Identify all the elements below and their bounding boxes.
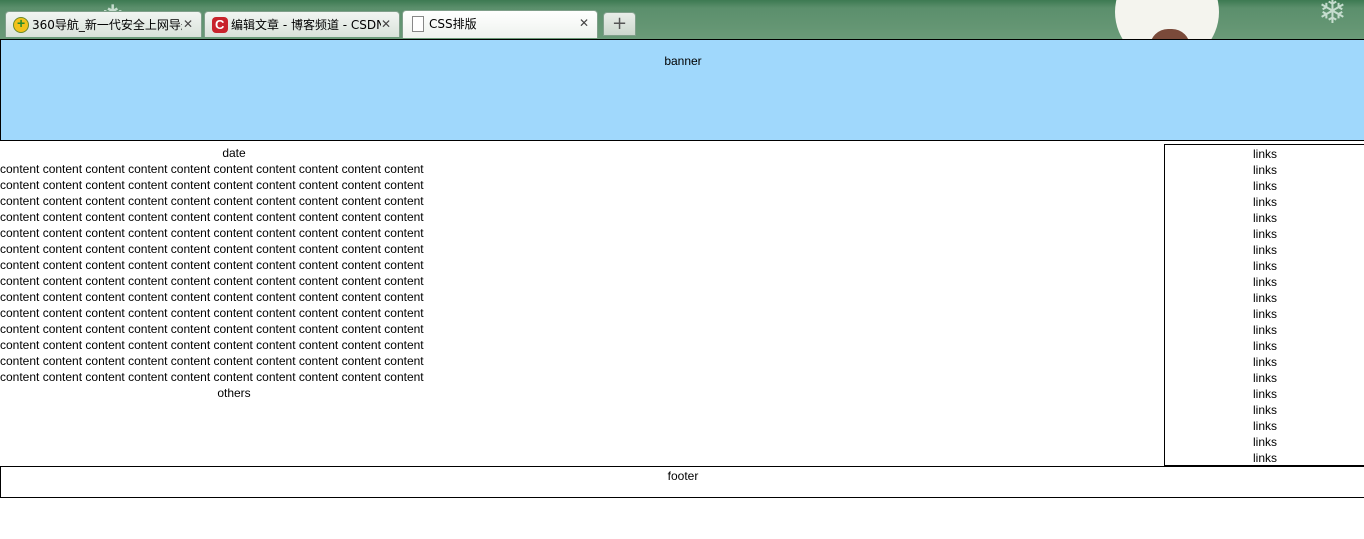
link-item[interactable]: links — [1165, 290, 1364, 306]
close-tab-icon[interactable]: ✕ — [183, 17, 193, 31]
browser-tab-360[interactable]: 360导航_新一代安全上网导航 ✕ — [5, 11, 202, 37]
links-sidebar: links links links links links links link… — [1164, 144, 1364, 466]
content-text-line: content content content content content … — [0, 290, 424, 304]
link-item[interactable]: links — [1165, 178, 1364, 194]
content-text-line: content content content content content … — [0, 322, 424, 336]
browser-tab-css[interactable]: CSS排版 ✕ — [402, 10, 598, 38]
browser-tab-strip: ❄ ❄ 360导航_新一代安全上网导航 ✕ 编辑文章 - 博客频道 - CSDN… — [0, 0, 1364, 39]
tab-title: CSS排版 — [429, 17, 477, 31]
content-text-line: content content content content content … — [0, 178, 424, 192]
tab-title: 编辑文章 - 博客频道 - CSDN — [231, 18, 381, 32]
link-item[interactable]: links — [1165, 274, 1364, 290]
link-item[interactable]: links — [1165, 194, 1364, 210]
others-label: others — [217, 386, 251, 400]
link-item[interactable]: links — [1165, 258, 1364, 274]
content-text-line: content content content content content … — [0, 370, 424, 384]
360-logo-icon — [13, 15, 29, 33]
content-text-line: content content content content content … — [0, 162, 424, 176]
content-text-line: content content content content content … — [0, 194, 424, 208]
snowflake-decoration-icon: ❄ — [1318, 0, 1347, 32]
link-item[interactable]: links — [1165, 226, 1364, 242]
link-item[interactable]: links — [1165, 162, 1364, 178]
link-item[interactable]: links — [1165, 338, 1364, 354]
content-text-line: content content content content content … — [0, 306, 424, 320]
content-text-line: content content content content content … — [0, 210, 424, 224]
footer: footer — [0, 466, 1364, 498]
link-item[interactable]: links — [1165, 434, 1364, 450]
content-text-line: content content content content content … — [0, 274, 424, 288]
link-item[interactable]: links — [1165, 402, 1364, 418]
link-item[interactable]: links — [1165, 386, 1364, 402]
tab-title: 360导航_新一代安全上网导航 — [32, 18, 182, 32]
link-item[interactable]: links — [1165, 242, 1364, 258]
browser-tab-csdn[interactable]: 编辑文章 - 博客频道 - CSDN ✕ — [204, 11, 400, 37]
link-item[interactable]: links — [1165, 354, 1364, 370]
main-content: date content content content content con… — [0, 145, 468, 401]
link-item[interactable]: links — [1165, 210, 1364, 226]
csdn-logo-icon — [212, 17, 228, 33]
content-text-line: content content content content content … — [0, 338, 424, 352]
close-tab-icon[interactable]: ✕ — [381, 17, 391, 31]
link-item[interactable]: links — [1165, 306, 1364, 322]
link-item[interactable]: links — [1165, 418, 1364, 434]
content-text-line: content content content content content … — [0, 354, 424, 368]
close-tab-icon[interactable]: ✕ — [579, 16, 589, 30]
new-tab-button[interactable]: + — [603, 12, 636, 36]
link-item[interactable]: links — [1165, 322, 1364, 338]
banner: banner — [0, 39, 1364, 141]
date-label: date — [222, 146, 246, 160]
page-icon — [412, 16, 424, 32]
content-text-line: content content content content content … — [0, 258, 424, 272]
link-item[interactable]: links — [1165, 450, 1364, 466]
content-text-line: content content content content content … — [0, 242, 424, 256]
content-text-line: content content content content content … — [0, 226, 424, 240]
link-item[interactable]: links — [1165, 146, 1364, 162]
link-item[interactable]: links — [1165, 370, 1364, 386]
